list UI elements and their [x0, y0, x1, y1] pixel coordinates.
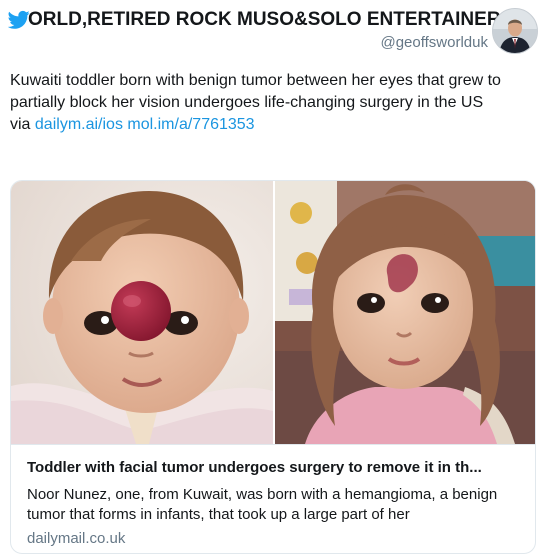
card-domain: dailymail.co.uk	[27, 530, 126, 547]
tweet-link-mol[interactable]: mol.im/a/7761353	[127, 116, 254, 133]
tweet-text: Kuwaiti toddler born with benign tumor b…	[10, 70, 540, 136]
tweet-header: ORLD,RETIRED ROCK MUSO&SOLO ENTERTAINER …	[0, 0, 550, 62]
card-title: Toddler with facial tumor undergoes surg…	[27, 459, 482, 476]
user-handle[interactable]: @geoffsworlduk	[380, 34, 488, 51]
card-body[interactable]: Toddler with facial tumor undergoes surg…	[11, 444, 535, 553]
card-image-area[interactable]	[11, 181, 535, 444]
via-label: via	[10, 116, 31, 133]
card-photo-before	[11, 181, 273, 444]
twitter-bird-icon	[8, 10, 30, 29]
tweet-body: Kuwaiti toddler born with benign tumor b…	[10, 72, 501, 111]
card-description: Noor Nunez, one, from Kuwait, was born w…	[27, 486, 498, 523]
avatar[interactable]	[492, 8, 538, 54]
via-line: via dailym.ai/ios mol.im/a/7761353	[10, 114, 540, 136]
link-preview-card[interactable]: Toddler with facial tumor undergoes surg…	[10, 180, 536, 554]
tweet-link-dailymail[interactable]: dailym.ai/ios	[35, 116, 123, 133]
display-name[interactable]: ORLD,RETIRED ROCK MUSO&SOLO ENTERTAINER	[28, 9, 501, 31]
card-photo-after	[275, 181, 535, 444]
avatar-image	[493, 9, 537, 53]
